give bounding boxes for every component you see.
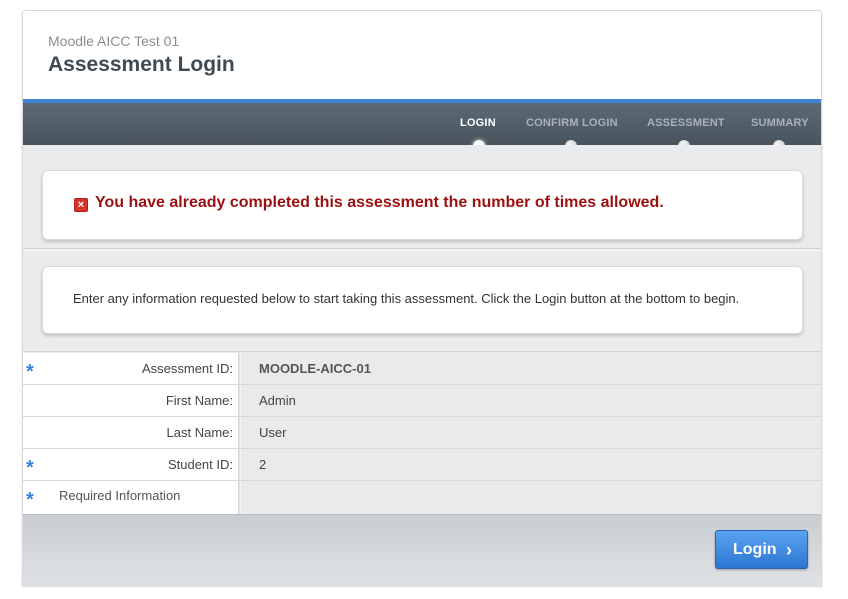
form-label-cell: * Required Information (23, 481, 239, 514)
progress-nav: LOGIN CONFIRM LOGIN ASSESSMENT SUMMARY (23, 99, 821, 152)
info-section: Enter any information requested below to… (23, 250, 821, 352)
form-row-assessment-id: * Assessment ID: MOODLE-AICC-01 (23, 353, 821, 385)
last-name-label: Last Name: (166, 425, 233, 440)
error-section: × You have already completed this assess… (23, 145, 821, 249)
error-card: × You have already completed this assess… (42, 170, 803, 240)
form-row-student-id: * Student ID: 2 (23, 449, 821, 481)
assessment-window: Moodle AICC Test 01 Assessment Login LOG… (22, 10, 822, 586)
form-value-cell: User (240, 417, 821, 448)
required-marker: * (26, 361, 34, 383)
first-name-value: Admin (259, 393, 296, 408)
page-header: Moodle AICC Test 01 Assessment Login (23, 11, 821, 99)
form-label-cell: First Name: (23, 385, 239, 416)
step-assessment: ASSESSMENT (647, 117, 725, 129)
required-info-note: Required Information (59, 488, 181, 503)
assessment-id-label: Assessment ID: (141, 361, 233, 376)
step-summary: SUMMARY (751, 117, 809, 129)
form-value-cell: 2 (240, 449, 821, 480)
form-label-cell: * Assessment ID: (23, 353, 239, 384)
first-name-label: First Name: (165, 393, 233, 408)
step-login: LOGIN (460, 117, 496, 129)
login-button-label: Login (733, 540, 777, 558)
form-value-cell: MOODLE-AICC-01 (240, 353, 821, 384)
last-name-value: User (259, 425, 287, 440)
form-label-cell: * Student ID: (23, 449, 239, 480)
login-button[interactable]: Login › (715, 530, 808, 569)
assessment-id-value: MOODLE-AICC-01 (259, 361, 371, 376)
login-form: * Assessment ID: MOODLE-AICC-01 First Na… (23, 353, 821, 514)
info-card: Enter any information requested below to… (42, 266, 803, 334)
page-footer: Login › (23, 514, 821, 585)
info-message: Enter any information requested below to… (73, 291, 740, 306)
student-id-value: 2 (259, 457, 267, 472)
form-row-last-name: Last Name: User (23, 417, 821, 449)
required-marker: * (26, 457, 34, 479)
step-confirm-login: CONFIRM LOGIN (526, 117, 618, 129)
required-marker: * (26, 489, 34, 511)
error-message: You have already completed this assessme… (95, 194, 664, 211)
error-x-icon: × (74, 198, 88, 212)
form-value-cell: Admin (240, 385, 821, 416)
form-row-required-note: * Required Information (23, 481, 821, 514)
course-title: Moodle AICC Test 01 (48, 33, 180, 49)
form-row-first-name: First Name: Admin (23, 385, 821, 417)
form-label-cell: Last Name: (23, 417, 239, 448)
student-id-label: Student ID: (167, 457, 233, 472)
page-title: Assessment Login (48, 53, 235, 76)
chevron-right-icon: › (786, 540, 792, 560)
form-value-cell (240, 481, 821, 514)
